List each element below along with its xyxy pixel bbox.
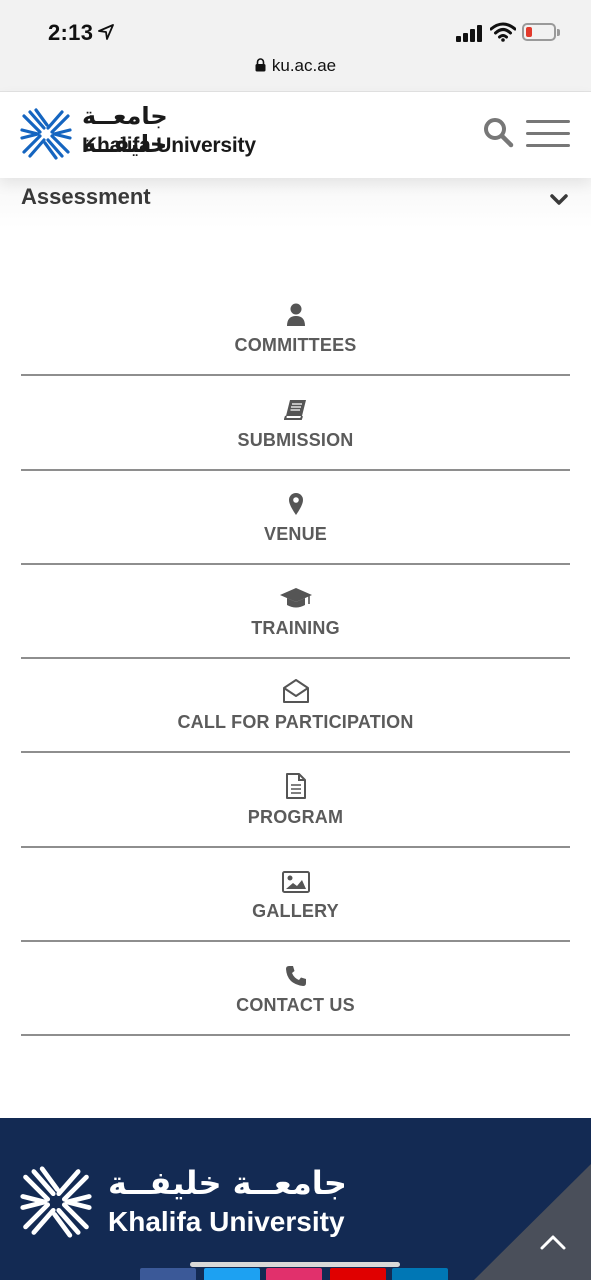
browser-status-bar: 2:13 ku.ac.ae xyxy=(0,0,591,92)
image-icon xyxy=(281,871,310,894)
nav-item-contact-us[interactable]: CONTACT US xyxy=(21,942,570,1037)
lock-icon xyxy=(255,58,266,72)
youtube-link[interactable] xyxy=(330,1268,386,1280)
nav-item-label: VENUE xyxy=(263,523,327,544)
wifi-icon xyxy=(490,22,516,42)
nav-item-label: GALLERY xyxy=(252,901,339,922)
book-icon xyxy=(283,399,306,420)
nav-item-label: COMMITTEES xyxy=(234,335,357,356)
accordion-title: Assessment xyxy=(21,184,151,209)
user-icon xyxy=(286,303,305,327)
nav-item-label: PROGRAM xyxy=(247,806,344,827)
nav-item-call-for-participation[interactable]: CALL FOR PARTICIPATION xyxy=(21,659,570,754)
site-header: جامعــة خليفــة Khalifa University xyxy=(0,92,591,178)
document-icon xyxy=(285,772,306,799)
nav-item-label: CALL FOR PARTICIPATION xyxy=(177,712,414,733)
footer-logo-arabic-text: جامعــة خليفــة xyxy=(108,1164,347,1202)
address-bar[interactable]: ku.ac.ae xyxy=(0,56,591,76)
twitter-link[interactable] xyxy=(204,1268,260,1280)
nav-item-program[interactable]: PROGRAM xyxy=(21,753,570,848)
nav-item-label: CONTACT US xyxy=(236,995,355,1016)
linkedin-link[interactable] xyxy=(392,1268,448,1280)
nav-item-gallery[interactable]: GALLERY xyxy=(21,848,570,943)
location-arrow-icon xyxy=(98,24,114,40)
url-text: ku.ac.ae xyxy=(271,56,337,75)
nav-item-label: TRAINING xyxy=(251,618,340,639)
nav-item-label: SUBMISSION xyxy=(237,429,354,450)
phone-icon xyxy=(285,966,306,987)
chevron-down-icon[interactable] xyxy=(550,194,568,206)
envelope-open-icon xyxy=(282,679,309,704)
nav-item-venue[interactable]: VENUE xyxy=(21,471,570,565)
social-links-row xyxy=(140,1268,450,1280)
logo-english-text: Khalifa University xyxy=(82,134,256,157)
hamburger-menu-icon[interactable] xyxy=(526,120,570,148)
home-indicator xyxy=(190,1262,400,1267)
nav-item-training[interactable]: TRAINING xyxy=(21,565,570,660)
assessment-accordion[interactable]: Assessment xyxy=(0,178,591,228)
footer-logo-english-text: Khalifa University xyxy=(108,1206,345,1237)
khalifa-university-logo-mark-icon xyxy=(20,108,72,160)
khalifa-university-logo-mark-icon xyxy=(20,1166,92,1238)
search-icon[interactable] xyxy=(482,116,514,148)
graduation-cap-icon xyxy=(279,588,312,608)
nav-item-submission[interactable]: SUBMISSION xyxy=(21,376,570,471)
site-footer: جامعــة خليفــة Khalifa University xyxy=(0,1118,591,1280)
conference-nav-list: COMMITTEES SUBMISSION VENUE TRAINING CAL… xyxy=(21,282,570,1037)
battery-icon xyxy=(522,23,560,41)
facebook-link[interactable] xyxy=(140,1268,196,1280)
nav-item-committees[interactable]: COMMITTEES xyxy=(21,282,570,377)
cellular-signal-icon xyxy=(456,24,484,42)
map-marker-icon xyxy=(288,492,303,515)
status-time: 2:13 xyxy=(48,20,94,45)
instagram-link[interactable] xyxy=(266,1268,322,1280)
scroll-to-top-button[interactable] xyxy=(474,1164,591,1280)
